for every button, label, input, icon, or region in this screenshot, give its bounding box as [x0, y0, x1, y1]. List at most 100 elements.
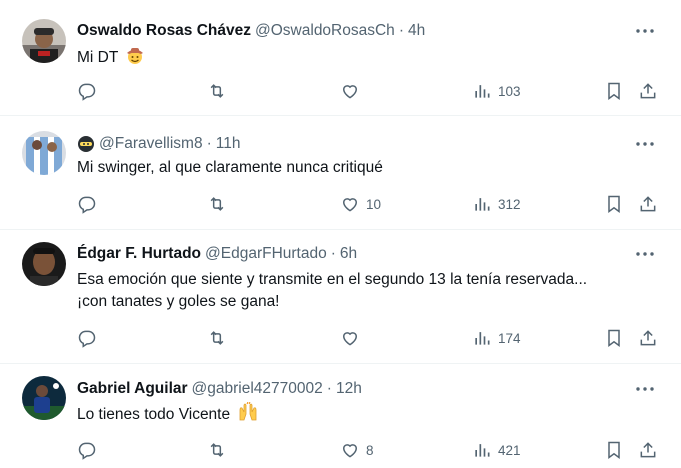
share-button[interactable]	[638, 326, 658, 350]
like-button[interactable]: 8	[340, 438, 374, 462]
like-icon	[342, 332, 358, 346]
action-bar: 8 421	[0, 438, 681, 462]
reply-button[interactable]	[77, 79, 103, 103]
retweet-button[interactable]	[207, 326, 233, 350]
reply-icon	[78, 83, 96, 101]
share-button[interactable]	[638, 192, 658, 216]
reply-text-content: Mi swinger, al que claramente nunca crit…	[77, 159, 383, 176]
views-count: 174	[498, 330, 521, 346]
smiling-face-with-cowboy-hat-icon	[125, 45, 145, 72]
separator-dot: ·	[330, 245, 336, 262]
display-name[interactable]: Édgar F. Hurtado	[77, 245, 201, 263]
raising-hands-icon	[237, 401, 259, 429]
views-icon	[475, 198, 490, 211]
views-button[interactable]: 174	[472, 326, 521, 350]
reply-text-content: Lo tienes todo Vicente	[77, 406, 231, 423]
share-icon	[640, 83, 656, 99]
views-icon	[475, 332, 490, 345]
like-count: 10	[366, 196, 382, 212]
reply-header: @Faravellism8 · 11h	[77, 133, 240, 155]
avatar[interactable]	[22, 376, 66, 420]
like-button[interactable]: 10	[340, 192, 381, 216]
timestamp[interactable]: 12h	[336, 380, 362, 398]
replies-feed: Oswaldo Rosas Chávez @OswaldoRosasCh · 4…	[0, 0, 681, 468]
retweet-button[interactable]	[207, 79, 233, 103]
share-button[interactable]	[638, 79, 658, 103]
bookmark-icon	[608, 82, 620, 100]
bookmark-icon	[608, 195, 620, 213]
user-handle[interactable]: @Faravellism8	[99, 135, 203, 153]
more-icon[interactable]	[635, 380, 655, 398]
avatar[interactable]	[22, 242, 66, 286]
reply-item[interactable]: @Faravellism8 · 11h Mi swinger, al que c…	[0, 116, 681, 230]
timestamp[interactable]: 11h	[216, 135, 241, 153]
reply-text: Mi swinger, al que claramente nunca crit…	[77, 157, 662, 179]
separator-dot: ·	[398, 22, 404, 39]
bookmark-icon	[608, 441, 620, 459]
views-count: 312	[498, 196, 521, 212]
more-icon[interactable]	[635, 22, 655, 40]
views-button[interactable]: 421	[472, 438, 521, 462]
retweet-icon	[210, 331, 224, 345]
reply-icon	[78, 330, 96, 348]
share-icon	[640, 442, 656, 458]
like-icon	[342, 85, 358, 99]
reply-text: Mi DT	[77, 45, 662, 72]
like-icon	[342, 444, 358, 458]
reply-text-content: Mi DT	[77, 49, 119, 66]
timestamp[interactable]: 4h	[408, 22, 425, 40]
reply-text: Esa emoción que siente y transmite en el…	[77, 269, 662, 313]
reply-button[interactable]	[77, 326, 103, 350]
ninja-icon	[77, 135, 95, 153]
retweet-icon	[210, 197, 224, 211]
retweet-button[interactable]	[207, 438, 233, 462]
user-handle[interactable]: @EdgarFHurtado	[205, 245, 327, 263]
reply-button[interactable]	[77, 438, 103, 462]
reply-header: Édgar F. Hurtado @EdgarFHurtado · 6h	[77, 243, 357, 265]
separator-dot: ·	[206, 135, 212, 152]
user-handle[interactable]: @OswaldoRosasCh	[255, 22, 395, 40]
bookmark-icon	[608, 329, 620, 347]
action-bar: 103	[0, 79, 681, 103]
views-count: 421	[498, 442, 521, 458]
like-icon	[342, 198, 358, 212]
views-button[interactable]: 312	[472, 192, 521, 216]
more-icon[interactable]	[635, 245, 655, 263]
reply-icon	[78, 196, 96, 214]
share-icon	[640, 330, 656, 346]
reply-icon	[78, 442, 96, 460]
like-button[interactable]	[340, 326, 366, 350]
bookmark-button[interactable]	[604, 326, 624, 350]
separator-dot: ·	[326, 380, 332, 397]
bookmark-button[interactable]	[604, 438, 624, 462]
display-name[interactable]: Gabriel Aguilar	[77, 380, 188, 398]
reply-button[interactable]	[77, 192, 103, 216]
reply-item[interactable]: Gabriel Aguilar @gabriel42770002 · 12h L…	[0, 364, 681, 468]
display-name[interactable]: Oswaldo Rosas Chávez	[77, 22, 251, 40]
avatar[interactable]	[22, 131, 66, 175]
reply-item[interactable]: Oswaldo Rosas Chávez @OswaldoRosasCh · 4…	[0, 0, 681, 116]
retweet-button[interactable]	[207, 192, 233, 216]
bookmark-button[interactable]	[604, 192, 624, 216]
reply-text: Lo tienes todo Vicente	[77, 401, 662, 429]
reply-header: Oswaldo Rosas Chávez @OswaldoRosasCh · 4…	[77, 20, 425, 42]
more-icon[interactable]	[635, 135, 655, 153]
views-button[interactable]: 103	[472, 79, 521, 103]
like-button[interactable]	[340, 79, 366, 103]
action-bar: 174	[0, 326, 681, 350]
timestamp[interactable]: 6h	[340, 245, 357, 263]
like-count: 8	[366, 442, 374, 458]
views-icon	[475, 85, 490, 98]
retweet-icon	[210, 84, 224, 98]
action-bar: 10 312	[0, 192, 681, 216]
reply-header: Gabriel Aguilar @gabriel42770002 · 12h	[77, 378, 362, 400]
share-icon	[640, 196, 656, 212]
avatar[interactable]	[22, 19, 66, 63]
user-handle[interactable]: @gabriel42770002	[192, 380, 323, 398]
views-icon	[475, 444, 490, 457]
views-count: 103	[498, 83, 521, 99]
reply-item[interactable]: Édgar F. Hurtado @EdgarFHurtado · 6h Esa…	[0, 230, 681, 364]
share-button[interactable]	[638, 438, 658, 462]
bookmark-button[interactable]	[604, 79, 624, 103]
reply-text-line-2: ¡con tanates y goles se gana!	[77, 293, 280, 310]
